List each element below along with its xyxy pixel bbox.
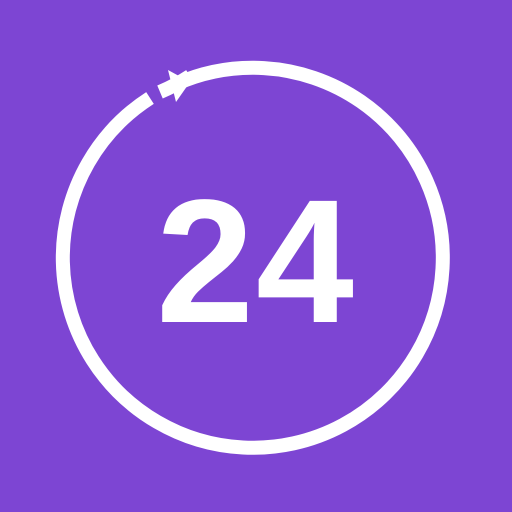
icon-number-label: 24 bbox=[156, 164, 356, 360]
